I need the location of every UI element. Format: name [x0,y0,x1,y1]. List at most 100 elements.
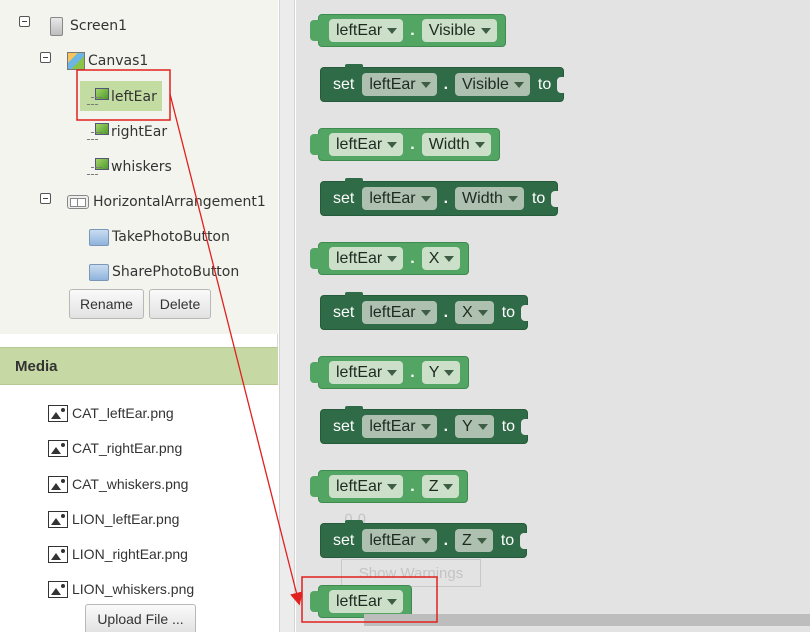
tree-item-whiskers[interactable]: whiskers [89,154,172,180]
set-keyword: set [333,417,355,435]
to-keyword: to [537,75,552,93]
image-sprite-icon [89,88,109,106]
screen-icon [50,16,63,36]
tree-item-label: Screen1 [70,18,128,34]
delete-button[interactable]: Delete [149,289,211,319]
property-dropdown[interactable]: Y [455,415,494,438]
upload-file-button[interactable]: Upload File ... [85,604,196,632]
media-item[interactable]: LION_whiskers.png [48,577,194,601]
dropdown-arrow-icon [420,195,431,202]
tree-item-leftear[interactable]: leftEar [89,84,157,110]
dot-separator: . [410,21,415,39]
button-icon [89,228,109,246]
tree-item-label: whiskers [111,159,172,175]
dot-separator: . [443,189,449,207]
property-dropdown[interactable]: X [455,301,494,324]
setter-block-x[interactable]: set leftEar . X to [320,292,529,330]
component-tree: Screen1 Canvas1 leftEar rightEar whisker… [0,0,278,334]
dropdown-arrow-icon [387,369,398,376]
horizontal-scrollbar[interactable] [364,614,810,626]
horizontal-arrangement-icon [67,195,89,209]
collapse-toggle-canvas1[interactable] [40,52,51,63]
component-dropdown[interactable]: leftEar [362,301,437,324]
getter-block-visible[interactable]: leftEar . Visible [310,14,506,47]
setter-block-z[interactable]: set leftEar . Z to [320,520,528,558]
blocks-workspace[interactable]: 0 0 Show Warnings leftEar . Visible set … [296,0,810,632]
tree-item-horizontalarrangement1[interactable]: HorizontalArrangement1 [67,189,266,215]
rename-button[interactable]: Rename [69,289,144,319]
set-keyword: set [333,189,355,207]
component-dropdown[interactable]: leftEar [329,247,404,270]
property-dropdown[interactable]: Y [421,361,461,384]
dropdown-arrow-icon [444,369,455,376]
component-dropdown[interactable]: leftEar [362,73,437,96]
button-icon [89,263,109,281]
tree-item-label: TakePhotoButton [112,229,230,245]
setter-block-y[interactable]: set leftEar . Y to [320,406,529,444]
component-dropdown[interactable]: leftEar [362,187,437,210]
setter-block-width[interactable]: set leftEar . Width to [320,178,559,216]
component-dropdown[interactable]: leftEar [329,590,404,613]
dropdown-arrow-icon [420,423,431,430]
tree-item-screen1[interactable]: Screen1 [50,13,127,39]
dropdown-arrow-icon [420,309,431,316]
tree-item-label: HorizontalArrangement1 [93,194,266,210]
image-file-icon [48,580,68,598]
panel-divider[interactable] [279,0,295,632]
getter-block-y[interactable]: leftEar . Y [309,356,470,389]
getter-block-x[interactable]: leftEar . X [309,242,470,275]
dropdown-arrow-icon [477,423,488,430]
collapse-toggle-arrangement[interactable] [40,193,51,204]
component-dropdown[interactable]: leftEar [329,475,404,498]
property-dropdown[interactable]: Width [421,133,491,156]
set-keyword: set [333,303,355,321]
media-item[interactable]: LION_rightEar.png [48,542,188,566]
media-item[interactable]: LION_leftEar.png [48,507,179,531]
setter-block-visible[interactable]: set leftEar . Visible to [320,64,565,102]
media-file-name: LION_rightEar.png [72,546,188,562]
property-dropdown[interactable]: Z [455,529,493,552]
property-dropdown[interactable]: Width [455,187,524,210]
tree-item-sharephotobutton[interactable]: SharePhotoButton [89,259,239,285]
dropdown-arrow-icon [513,81,524,88]
dot-separator: . [410,135,415,153]
dropdown-arrow-icon [480,27,491,34]
media-panel-title: Media [0,347,278,385]
tree-item-takephotobutton[interactable]: TakePhotoButton [89,224,230,250]
property-dropdown[interactable]: Visible [421,19,497,42]
dot-separator: . [443,531,449,549]
to-keyword: to [531,189,546,207]
tree-item-canvas1[interactable]: Canvas1 [67,48,148,74]
media-item[interactable]: CAT_leftEar.png [48,401,174,425]
property-dropdown[interactable]: X [421,247,461,270]
property-dropdown[interactable]: Visible [455,73,530,96]
getter-block-z[interactable]: leftEar . Z [309,470,469,503]
component-dropdown[interactable]: leftEar [362,415,437,438]
dot-separator: . [410,477,415,495]
to-keyword: to [500,531,515,549]
dropdown-arrow-icon [507,195,518,202]
collapse-toggle-screen1[interactable] [19,16,30,27]
dropdown-arrow-icon [387,598,398,605]
tree-item-label: leftEar [111,89,157,105]
property-dropdown[interactable]: Z [421,475,460,498]
dropdown-arrow-icon [444,255,455,262]
to-keyword: to [501,303,516,321]
left-panel: Screen1 Canvas1 leftEar rightEar whisker… [0,0,278,632]
component-dropdown[interactable]: leftEar [329,133,404,156]
dot-separator: . [410,249,415,267]
image-file-icon [48,404,68,422]
media-list: CAT_leftEar.png CAT_rightEar.png CAT_whi… [0,385,278,632]
media-file-name: CAT_leftEar.png [72,405,174,421]
dropdown-arrow-icon [443,483,454,490]
component-dropdown[interactable]: leftEar [329,361,404,384]
media-item[interactable]: CAT_whiskers.png [48,472,188,496]
tree-item-rightear[interactable]: rightEar [89,119,167,145]
show-warnings-button[interactable]: Show Warnings [341,559,481,587]
media-item[interactable]: CAT_rightEar.png [48,436,182,460]
media-file-name: LION_whiskers.png [72,581,195,597]
component-dropdown[interactable]: leftEar [362,529,437,552]
component-dropdown[interactable]: leftEar [329,19,404,42]
getter-block-width[interactable]: leftEar . Width [310,128,500,161]
set-keyword: set [333,75,355,93]
